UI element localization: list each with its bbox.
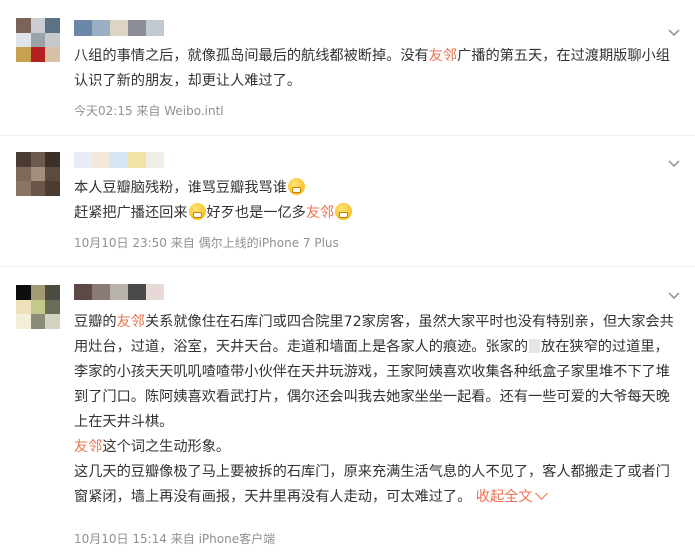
- avatar-pixel: [45, 47, 60, 62]
- comment-meta: 10月10日 15:14 来自 iPhone客户端: [74, 532, 276, 546]
- avatar-pixel: [45, 18, 60, 33]
- avatar-pixel: [16, 314, 31, 329]
- avatar-pixel: [45, 181, 60, 196]
- username-pixel: [74, 284, 92, 300]
- mention-link[interactable]: 友邻: [429, 48, 457, 64]
- avatar-pixel: [30, 152, 46, 167]
- avatar-pixel: [30, 166, 46, 182]
- avatar[interactable]: [16, 18, 60, 62]
- username-pixel: [110, 20, 128, 36]
- avatar-pixel: [16, 285, 31, 300]
- avatar-pixel: [16, 166, 31, 182]
- chevron-down-icon[interactable]: [667, 289, 681, 303]
- mention-link[interactable]: 友邻: [306, 205, 334, 221]
- username[interactable]: [74, 152, 164, 168]
- avatar[interactable]: [16, 152, 60, 196]
- avatar-pixel: [30, 32, 46, 48]
- username-pixel: [128, 152, 146, 168]
- grin-emoji-icon: [188, 203, 206, 220]
- mention-link[interactable]: 友邻: [117, 314, 145, 330]
- username-pixel: [128, 20, 146, 36]
- comment-text: 本人豆瓣脑残粉，谁骂豆瓣我骂谁 赶紧把广播还回来 好歹也是一亿多友邻: [74, 176, 681, 226]
- username-pixel: [92, 20, 110, 36]
- grin-emoji-icon: [335, 203, 353, 220]
- avatar-pixel: [45, 32, 60, 48]
- collapse-link[interactable]: 收起全文: [476, 487, 548, 505]
- missing-glyph-icon: [529, 339, 541, 353]
- chevron-down-icon[interactable]: [667, 26, 681, 40]
- username-pixel: [74, 20, 92, 36]
- avatar-pixel: [30, 285, 46, 300]
- username-pixel: [146, 284, 164, 300]
- avatar-pixel: [45, 314, 60, 329]
- avatar-pixel: [16, 181, 31, 196]
- avatar-pixel: [45, 152, 60, 167]
- avatar-pixel: [45, 166, 60, 182]
- avatar-pixel: [45, 285, 60, 300]
- avatar-pixel: [30, 314, 46, 329]
- grin-emoji-icon: [287, 178, 305, 195]
- username-pixel: [110, 284, 128, 300]
- username-pixel: [128, 284, 146, 300]
- chevron-up-icon: [534, 487, 548, 500]
- username-pixel: [74, 152, 92, 168]
- avatar-pixel: [30, 47, 46, 62]
- username-pixel: [92, 152, 110, 168]
- avatar-pixel: [30, 181, 46, 196]
- comment-meta: 10月10日 23:50 来自 偶尔上线的iPhone 7 Plus: [74, 236, 339, 250]
- comment-text: 豆瓣的友邻关系就像住在石库门或四合院里72家房客，虽然大家平时也没有特别亲，但大…: [74, 314, 674, 505]
- divider: [0, 135, 695, 136]
- chevron-down-icon[interactable]: [667, 157, 681, 171]
- avatar-pixel: [30, 18, 46, 33]
- username[interactable]: [74, 284, 164, 300]
- username-pixel: [146, 152, 164, 168]
- username[interactable]: [74, 20, 164, 36]
- divider: [0, 266, 695, 267]
- username-pixel: [146, 20, 164, 36]
- avatar-pixel: [30, 299, 46, 315]
- avatar-pixel: [16, 47, 31, 62]
- comment-meta: 今天02:15 来自 Weibo.intl: [74, 104, 224, 118]
- avatar[interactable]: [16, 285, 60, 329]
- avatar-pixel: [16, 152, 31, 167]
- comment-text: 八组的事情之后，就像孤岛间最后的航线都被断掉。没有友邻广播的第五天，在过渡期版聊…: [74, 48, 670, 89]
- avatar-pixel: [45, 299, 60, 315]
- username-pixel: [110, 152, 128, 168]
- mention-link[interactable]: 友邻: [74, 439, 102, 455]
- avatar-pixel: [16, 18, 31, 33]
- username-pixel: [92, 284, 110, 300]
- avatar-pixel: [16, 32, 31, 48]
- avatar-pixel: [16, 299, 31, 315]
